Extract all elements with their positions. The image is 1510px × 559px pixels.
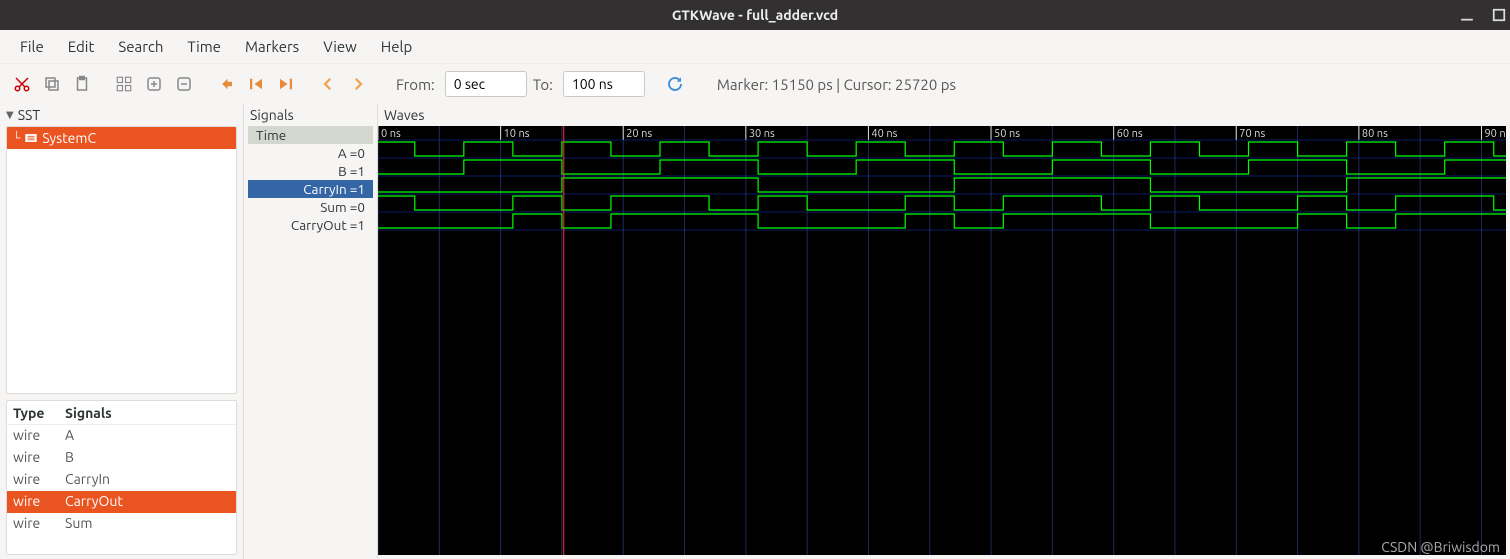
from-label: From: <box>396 76 435 93</box>
zoom-fit-icon[interactable] <box>112 72 136 96</box>
marker-cursor-status: Marker: 15150 ps | Cursor: 25720 ps <box>717 76 956 93</box>
svg-text:90 ns: 90 ns <box>1484 128 1506 140</box>
content: ▼ SST └ SystemC Type Signals wireAwireBw… <box>0 104 1510 559</box>
from-input[interactable] <box>445 71 527 97</box>
menu-search[interactable]: Search <box>106 34 175 59</box>
svg-text:0 ns: 0 ns <box>381 128 401 140</box>
signals-header: Signals <box>244 104 377 126</box>
svg-text:60 ns: 60 ns <box>1117 128 1143 140</box>
type-cell: wire <box>7 513 59 535</box>
type-row[interactable]: wireCarryOut <box>7 491 236 513</box>
zoom-in-icon[interactable] <box>142 72 166 96</box>
col-signals-header[interactable]: Signals <box>59 401 236 424</box>
next-edge-icon[interactable] <box>346 72 370 96</box>
signal-cell: B <box>59 447 236 469</box>
type-cell: wire <box>7 469 59 491</box>
tree-branch-icon: └ <box>13 131 20 145</box>
type-cell: wire <box>7 425 59 447</box>
signal-item[interactable]: A =0 <box>248 144 373 162</box>
window-title: GTKWave - full_adder.vcd <box>672 7 838 23</box>
signal-item[interactable]: Sum =0 <box>248 198 373 216</box>
waves-area[interactable]: 0 ns 10 ns 20 ns 30 ns 40 ns 50 ns 60 ns 70 ns 8… <box>378 126 1506 555</box>
type-cell: wire <box>7 491 59 513</box>
signals-list[interactable]: TimeA =0B =1CarryIn =1Sum =0CarryOut =1 <box>248 126 373 555</box>
sst-tree[interactable]: └ SystemC <box>6 126 237 394</box>
signal-cell: CarryOut <box>59 491 236 513</box>
sst-collapse-icon[interactable]: ▼ <box>6 109 14 121</box>
svg-text:70 ns: 70 ns <box>1239 128 1265 140</box>
type-row[interactable]: wireSum <box>7 513 236 535</box>
svg-text:80 ns: 80 ns <box>1362 128 1388 140</box>
waves-column: Waves 0 ns 10 ns 20 ns 30 ns 40 ns 50 ns 60 ns… <box>378 104 1510 559</box>
svg-text:30 ns: 30 ns <box>749 128 775 140</box>
left-column: ▼ SST └ SystemC Type Signals wireAwireBw… <box>0 104 244 559</box>
signal-cell: Sum <box>59 513 236 535</box>
waveform-canvas[interactable]: 0 ns 10 ns 20 ns 30 ns 40 ns 50 ns 60 ns 70 ns 8… <box>378 126 1506 555</box>
skip-start-icon[interactable] <box>244 72 268 96</box>
col-type-header[interactable]: Type <box>7 401 59 424</box>
menu-help[interactable]: Help <box>369 34 424 59</box>
type-cell: wire <box>7 447 59 469</box>
svg-text:10 ns: 10 ns <box>504 128 530 140</box>
to-label: To: <box>533 76 553 93</box>
titlebar: GTKWave - full_adder.vcd <box>0 0 1510 30</box>
menu-markers[interactable]: Markers <box>233 34 311 59</box>
sst-header[interactable]: ▼ SST <box>0 104 243 126</box>
signal-cell: CarryIn <box>59 469 236 491</box>
svg-text:50 ns: 50 ns <box>994 128 1020 140</box>
zoom-out-icon[interactable] <box>172 72 196 96</box>
sst-panel: ▼ SST └ SystemC <box>0 104 243 400</box>
sst-node-systemc[interactable]: └ SystemC <box>7 127 236 149</box>
signals-column: Signals TimeA =0B =1CarryIn =1Sum =0Carr… <box>244 104 378 559</box>
svg-text:20 ns: 20 ns <box>626 128 652 140</box>
signal-item[interactable]: CarryIn =1 <box>248 180 373 198</box>
type-table-header: Type Signals <box>7 401 236 425</box>
minimize-icon[interactable] <box>1460 8 1474 22</box>
to-input[interactable] <box>563 71 645 97</box>
prev-edge-icon[interactable] <box>316 72 340 96</box>
menu-edit[interactable]: Edit <box>56 34 107 59</box>
type-row[interactable]: wireB <box>7 447 236 469</box>
menu-time[interactable]: Time <box>175 34 233 59</box>
signal-cell: A <box>59 425 236 447</box>
maximize-icon[interactable] <box>1492 8 1506 22</box>
type-row[interactable]: wireA <box>7 425 236 447</box>
signal-item[interactable]: B =1 <box>248 162 373 180</box>
menu-view[interactable]: View <box>311 34 369 59</box>
type-signals-panel[interactable]: Type Signals wireAwireBwireCarryInwireCa… <box>6 400 237 555</box>
menu-file[interactable]: File <box>8 34 56 59</box>
reload-icon[interactable] <box>663 72 687 96</box>
toolbar: From: To: Marker: 15150 ps | Cursor: 257… <box>0 64 1510 104</box>
paste-icon[interactable] <box>70 72 94 96</box>
cut-icon[interactable] <box>10 72 34 96</box>
copy-icon[interactable] <box>40 72 64 96</box>
svg-text:40 ns: 40 ns <box>871 128 897 140</box>
window-controls <box>1460 0 1506 30</box>
arrow-left-icon[interactable] <box>214 72 238 96</box>
skip-end-icon[interactable] <box>274 72 298 96</box>
menubar: File Edit Search Time Markers View Help <box>0 30 1510 64</box>
waves-header: Waves <box>378 104 1510 126</box>
signal-item[interactable]: CarryOut =1 <box>248 216 373 234</box>
module-icon <box>24 131 38 145</box>
type-row[interactable]: wireCarryIn <box>7 469 236 491</box>
signal-item[interactable]: Time <box>248 126 373 144</box>
